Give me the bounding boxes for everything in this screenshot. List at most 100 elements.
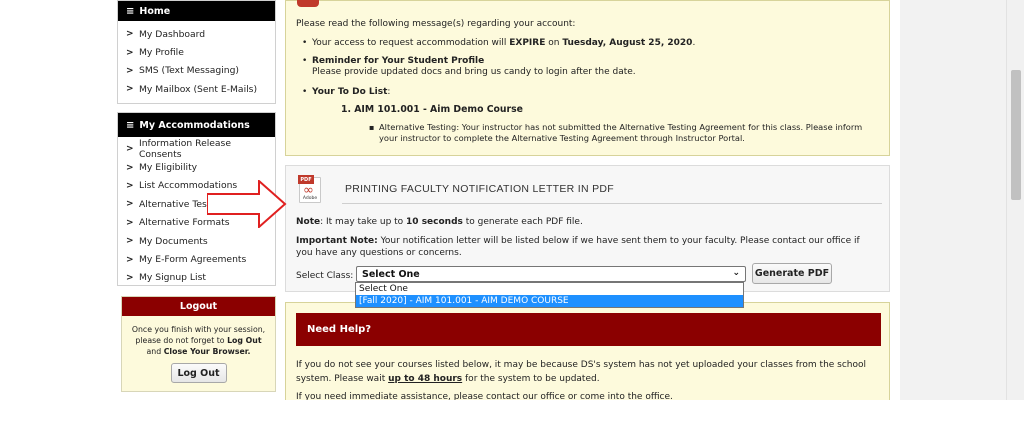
chevron-right-icon: > [126, 254, 134, 265]
sidebar-item-label: My Signup List [139, 272, 206, 284]
sidebar-item-sms[interactable]: > SMS (Text Messaging) [118, 62, 275, 80]
pdf-note-post: to generate each PDF file. [462, 217, 583, 227]
accommodations-menu: ≡ My Accommodations > Information Release… [117, 112, 276, 286]
logout-text-line-3: and Close Your Browser. [128, 346, 269, 357]
scrollbar-thumb[interactable] [1011, 70, 1021, 200]
dropdown-option-select-one[interactable]: Select One [356, 283, 743, 295]
sidebar-item-signup-list[interactable]: > My Signup List [118, 269, 275, 287]
logout-text-2-bold: Log Out [227, 336, 262, 345]
expire-text-mid: on [545, 38, 563, 48]
expire-text-post: . [692, 38, 696, 48]
divider [342, 203, 882, 204]
chevron-right-icon: > [126, 65, 134, 76]
sidebar-item-eform-agreements[interactable]: > My E-Form Agreements [118, 250, 275, 268]
logout-heading: Logout [122, 297, 275, 316]
pdf-note-pre: : It may take up to [320, 217, 407, 227]
logout-box: Logout Once you finish with your session… [121, 296, 276, 392]
reminder-message: Reminder for Your Student Profile Please… [302, 56, 636, 78]
accommodations-menu-header[interactable]: ≡ My Accommodations [118, 113, 275, 137]
generate-pdf-button[interactable]: Generate PDF [752, 263, 832, 284]
chevron-right-icon: > [126, 29, 134, 40]
need-help-text: If you do not see your courses listed be… [296, 358, 886, 386]
expire-date: Tuesday, August 25, 2020 [562, 38, 693, 48]
pdf-note-bold: 10 seconds [406, 217, 463, 227]
need-help-heading: Need Help? [296, 313, 881, 346]
sidebar-item-label: Information Release Consents [139, 138, 231, 161]
pdf-icon-brand: Adobe [302, 196, 318, 201]
sidebar-item-label: My Eligibility [139, 162, 198, 174]
sidebar-item-label: My E-Form Agreements [139, 254, 247, 266]
logout-text-line-1: Once you finish with your session, [131, 325, 266, 334]
sidebar-item-documents[interactable]: > My Documents [118, 232, 275, 250]
chevron-right-icon: > [126, 217, 134, 228]
reminder-title: Reminder for Your Student Profile [312, 56, 485, 66]
need-help-panel: Need Help? If you do not see your course… [285, 302, 890, 402]
sidebar-item-label: List Accommodations [139, 180, 238, 192]
class-select[interactable]: Select One ⌄ [356, 266, 746, 282]
notice-icon [297, 0, 319, 7]
logout-text-3-pre: and [146, 347, 164, 356]
sidebar-item-eligibility[interactable]: > My Eligibility [118, 158, 275, 176]
chevron-right-icon: > [126, 272, 134, 283]
vertical-scrollbar[interactable] [1006, 0, 1024, 400]
pdf-important-label: Important Note: [296, 236, 378, 246]
expire-text-pre: Your access to request accommodation wil… [312, 38, 510, 48]
sidebar-item-label: My Mailbox (Sent E-Mails) [139, 83, 258, 95]
chevron-right-icon: > [126, 180, 134, 191]
page: ≡ Home > My Dashboard > My Profile > SMS (T… [0, 0, 1024, 440]
sidebar-item-label: My Documents [139, 235, 208, 247]
pdf-note-label: Note [296, 217, 321, 227]
todo-list: Your To Do List: [302, 87, 390, 98]
sidebar-item-release-consents[interactable]: > Information Release Consents [118, 138, 275, 161]
select-class-label: Select Class: [296, 271, 354, 281]
chevron-right-icon: > [126, 162, 134, 173]
logout-button[interactable]: Log Out [170, 363, 227, 383]
sidebar-item-mailbox[interactable]: > My Mailbox (Sent E-Mails) [118, 80, 275, 98]
pdf-note: Note: It may take up to 10 seconds to ge… [296, 217, 583, 227]
todo-course-label: 1. AIM 101.001 - Aim Demo Course [341, 104, 523, 115]
class-select-value: Select One [362, 268, 420, 280]
sidebar-item-alternative-formats[interactable]: > Alternative Formats [118, 214, 275, 232]
pdf-important-text: Your notification letter will be listed … [296, 236, 860, 258]
todo-course: 1. AIM 101.001 - Aim Demo Course [341, 104, 523, 115]
double-chevron-down-icon: ≡ [126, 5, 135, 17]
reminder-text: Please provide updated docs and bring us… [312, 67, 636, 77]
help-wait-time: up to 48 hours [388, 374, 463, 384]
account-messages-panel: Please read the following message(s) reg… [285, 0, 890, 156]
right-gutter [900, 0, 1006, 400]
page-bottom [0, 400, 1024, 440]
messages-intro: Please read the following message(s) reg… [296, 19, 576, 29]
help-text-post: for the system to be updated. [462, 374, 600, 384]
class-select-dropdown: Select One [Fall 2020] - AIM 101.001 - A… [355, 282, 744, 308]
pdf-panel-title: PRINTING FACULTY NOTIFICATION LETTER IN … [345, 183, 615, 195]
logout-text-2-pre: please do not forget to [135, 336, 228, 345]
pdf-icon: PDF ∞ Adobe [298, 175, 321, 203]
sidebar-item-list-accommodations[interactable]: > List Accommodations [118, 177, 275, 195]
sidebar-item-alternative-testing[interactable]: > Alternative Testing [118, 195, 275, 213]
pdf-important-note: Important Note: Your notification letter… [296, 235, 876, 259]
chevron-right-icon: > [126, 144, 134, 155]
chevron-right-icon: > [126, 84, 134, 95]
sidebar-item-label: Alternative Formats [139, 217, 230, 229]
pdf-letter-panel: PDF ∞ Adobe PRINTING FACULTY NOTIFICATIO… [285, 165, 890, 292]
expire-message: Your access to request accommodation wil… [302, 38, 696, 49]
chevron-right-icon: > [126, 236, 134, 247]
logout-text-3-post: . [247, 347, 251, 356]
sidebar-item-profile[interactable]: > My Profile [118, 43, 275, 61]
todo-title: Your To Do List [312, 87, 388, 97]
home-menu-header[interactable]: ≡ Home [118, 1, 275, 21]
sidebar-item-dashboard[interactable]: > My Dashboard [118, 25, 275, 43]
logout-text-line-2: please do not forget to Log Out [128, 335, 269, 346]
home-menu-title: Home [139, 5, 171, 17]
sidebar-item-label: My Profile [139, 47, 184, 59]
logout-text-3-bold: Close Your Browser [163, 347, 248, 356]
chevron-right-icon: > [126, 199, 134, 210]
home-menu: ≡ Home > My Dashboard > My Profile > SMS (T… [117, 0, 276, 104]
chevron-right-icon: > [126, 47, 134, 58]
logout-message: Once you finish with your session, pleas… [122, 316, 275, 357]
sidebar-item-label: My Dashboard [139, 28, 206, 40]
double-chevron-down-icon: ≡ [126, 119, 135, 131]
accommodations-menu-title: My Accommodations [139, 119, 250, 131]
dropdown-option-course[interactable]: [Fall 2020] - AIM 101.001 - AIM DEMO COU… [356, 295, 743, 307]
chevron-down-icon: ⌄ [732, 268, 740, 278]
